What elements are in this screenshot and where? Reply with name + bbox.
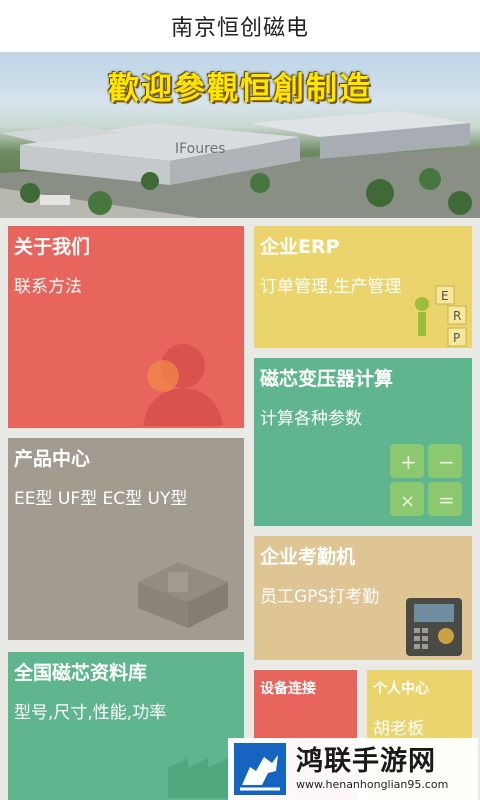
tile-device-title: 设备连接 [260,681,316,697]
tile-core-database[interactable]: 全国磁芯资料库 型号,尺寸,性能,功率 [8,652,244,800]
tile-transformer-calculator[interactable]: + − × = 磁芯变压器计算 计算各种参数 [254,358,472,526]
tile-database-title: 全国磁芯资料库 [14,662,148,684]
svg-text:E: E [441,289,449,303]
svg-text:IFoures: IFoures [175,141,225,157]
tile-attendance-subtitle: 员工GPS打考勤 [260,587,380,607]
tile-personal-title: 个人中心 [373,681,429,697]
magnetic-core-icon [138,562,228,628]
attendance-terminal-icon [406,598,462,656]
tile-products-subtitle: EE型 UF型 EC型 UY型 [14,489,188,509]
watermark-title: 鸿联手游网 [296,746,436,777]
tile-erp-subtitle: 订单管理,生产管理 [260,277,402,297]
tile-about-us-title: 关于我们 [14,236,91,258]
tile-about-us-subtitle: 联系方法 [14,277,82,297]
tile-about-us[interactable]: 关于我们 联系方法 [8,226,244,428]
tile-product-center[interactable]: 产品中心 EE型 UF型 EC型 UY型 [8,438,244,640]
tile-erp-title: 企业ERP [260,236,340,258]
calculator-icon: + − × = [390,444,462,516]
tile-transformer-subtitle: 计算各种参数 [260,409,362,429]
tile-enterprise-erp[interactable]: E R P 企业ERP 订单管理,生产管理 [254,226,472,348]
watermark-url: www.henanhonglian95.com [296,778,449,791]
svg-text:P: P [453,331,460,345]
banner-welcome-text: 歡迎參觀恒創制造 [108,71,372,107]
tile-personal-username: 胡老板 [373,719,424,739]
svg-text:×: × [400,491,415,512]
tile-database-subtitle: 型号,尺寸,性能,功率 [14,703,167,723]
svg-text:+: + [400,450,417,474]
watermark-logo-icon [234,743,286,795]
tile-transformer-title: 磁芯变压器计算 [260,368,394,390]
svg-text:=: = [438,488,455,512]
app-title: 南京恒创磁电 [170,16,309,41]
svg-text:R: R [453,309,461,323]
site-watermark: 鸿联手游网 www.henanhonglian95.com [228,738,478,800]
svg-text:−: − [438,450,455,474]
app-title-bar: 南京恒创磁电 [0,0,480,53]
tile-attendance-title: 企业考勤机 [260,546,356,568]
tile-attendance-machine[interactable]: 企业考勤机 员工GPS打考勤 [254,536,472,660]
tile-products-title: 产品中心 [14,448,91,470]
contact-person-icon [143,344,223,426]
erp-blocks-icon: E R P [415,285,467,347]
welcome-banner[interactable]: IFoures 歡迎參觀恒創制造 [0,53,480,218]
